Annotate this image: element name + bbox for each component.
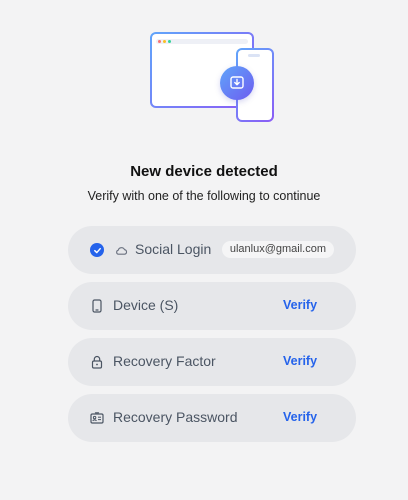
method-label: Device (S) [113, 297, 179, 313]
cloud-icon [114, 243, 128, 257]
email-badge: ulanlux@gmail.com [221, 241, 334, 258]
method-device[interactable]: Device (S) Verify [68, 282, 356, 330]
method-social-login[interactable]: Social Login ulanlux@gmail.com [68, 226, 356, 274]
page-title: New device detected [130, 163, 278, 180]
verify-recovery-password-link[interactable]: Verify [283, 410, 317, 424]
id-card-icon [90, 411, 104, 425]
page-subtitle: Verify with one of the following to cont… [87, 189, 321, 203]
method-recovery-factor[interactable]: Recovery Factor Verify [68, 338, 356, 386]
download-icon [220, 66, 254, 100]
method-label: Recovery Password [113, 409, 238, 425]
verify-recovery-factor-link[interactable]: Verify [283, 354, 317, 368]
verification-methods-list: Social Login ulanlux@gmail.com Device (S… [68, 226, 356, 450]
checkmark-icon [90, 243, 104, 257]
method-recovery-password[interactable]: Recovery Password Verify [68, 394, 356, 442]
method-label: Social Login [135, 241, 212, 257]
new-device-illustration [148, 30, 276, 122]
phone-icon [90, 299, 104, 313]
method-label: Recovery Factor [113, 353, 216, 369]
verify-device-link[interactable]: Verify [283, 298, 317, 312]
lock-icon [90, 355, 104, 369]
